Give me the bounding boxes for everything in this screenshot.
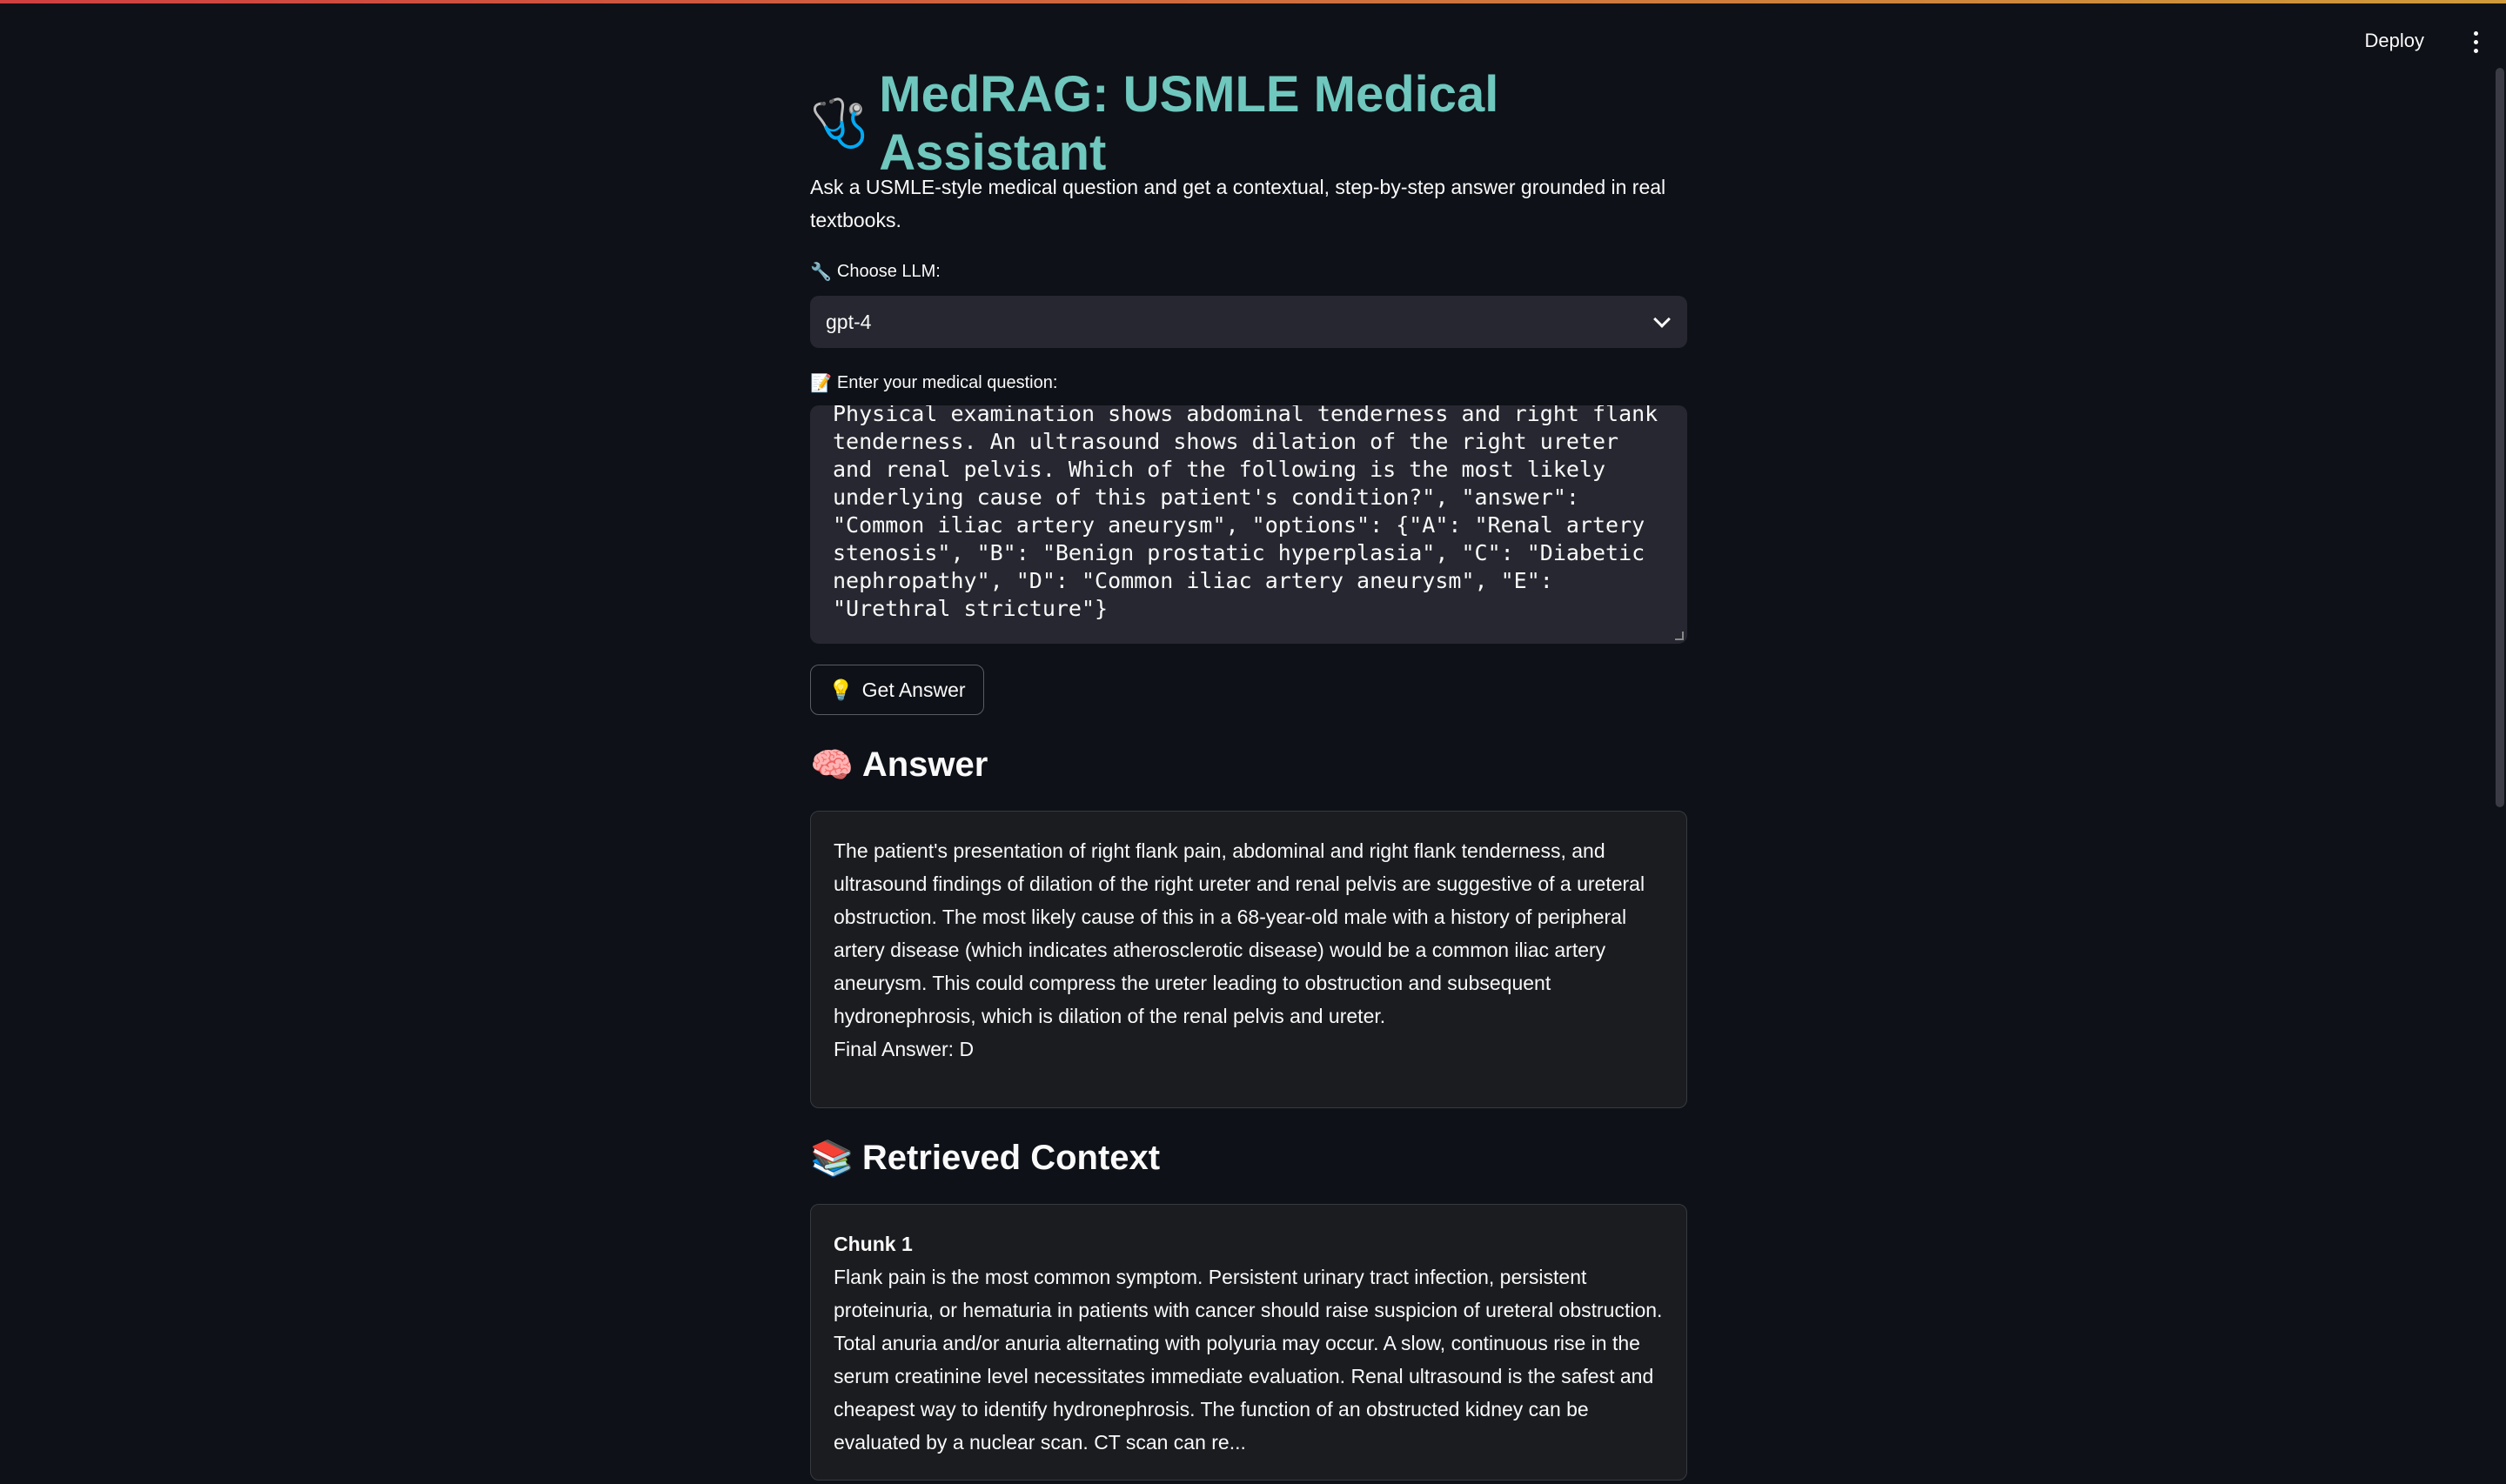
chunk-text: Flank pain is the most common symptom. P… [834,1266,1663,1454]
deploy-button[interactable]: Deploy [2353,23,2436,59]
scrollbar-thumb[interactable] [2496,68,2504,807]
page-title-text: MedRAG: USMLE Medical Assistant [879,66,1499,181]
page-scrollbar[interactable] [2492,24,2506,1484]
chunk-title: Chunk 1 [834,1233,913,1255]
llm-selected-value: gpt-4 [826,310,872,333]
main-menu-icon[interactable] [2462,24,2489,59]
brain-icon: 🧠 [810,746,854,785]
context-heading-text: Retrieved Context [861,1139,1161,1177]
llm-label: 🔧 Choose LLM: [810,261,941,283]
answer-box: The patient's presentation of right flan… [810,811,1687,1108]
page-title: 🩺 MedRAG: USMLE Medical Assistant [810,66,1687,181]
get-answer-label: Get Answer [861,678,966,701]
lightbulb-icon: 💡 [828,678,854,701]
chevron-down-icon [1653,311,1671,328]
context-heading: 📚 Retrieved Context [810,1138,1160,1179]
question-label: 📝 Enter your medical question: [810,372,1057,394]
answer-text: The patient's presentation of right flan… [834,839,1645,1027]
llm-select[interactable]: gpt-4 [810,296,1687,348]
memo-icon: 📝 [810,374,832,393]
question-label-text: Enter your medical question: [836,373,1058,392]
final-answer: Final Answer: D [834,1038,975,1060]
get-answer-button[interactable]: 💡 Get Answer [810,665,984,715]
answer-heading-text: Answer [861,745,988,784]
resize-handle-icon[interactable] [1675,632,1684,640]
answer-heading: 🧠 Answer [810,745,988,785]
llm-label-text: Choose LLM: [836,262,941,281]
question-textarea[interactable]: peripheral artery disease. His blood pre… [810,405,1687,644]
context-chunk-box: Chunk 1 Flank pain is the most common sy… [810,1204,1687,1481]
app-header: Deploy [0,3,2506,73]
books-icon: 📚 [810,1140,854,1178]
question-text: peripheral artery disease. His blood pre… [833,405,1658,621]
page-subtitle: Ask a USMLE-style medical question and g… [810,176,1666,231]
wrench-icon: 🔧 [810,263,832,282]
stethoscope-icon: 🩺 [810,97,869,150]
